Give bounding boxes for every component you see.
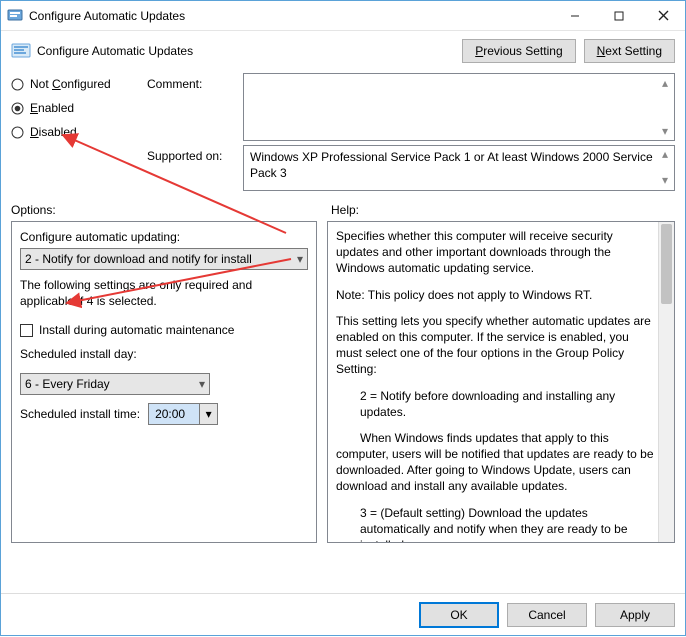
maximize-button[interactable]: [597, 1, 641, 30]
page-title: Configure Automatic Updates: [37, 44, 462, 58]
top-grid: Not Configured Enabled Disabled Comment:…: [1, 67, 685, 195]
minimize-button[interactable]: [553, 1, 597, 30]
help-label: Help:: [331, 203, 359, 217]
scheduled-time-value: 20:00: [149, 404, 199, 424]
help-text: Specifies whether this computer will rec…: [328, 222, 658, 542]
scheduled-day-value: 6 - Every Friday: [25, 377, 110, 391]
options-note: The following settings are only required…: [20, 278, 290, 309]
radio-not-configured[interactable]: Not Configured: [11, 77, 141, 91]
checkbox-icon: [20, 324, 33, 337]
scroll-down-icon: ▾: [658, 124, 672, 138]
apply-button[interactable]: Apply: [595, 603, 675, 627]
options-panel: Configure automatic updating: 2 - Notify…: [11, 221, 317, 543]
section-labels: Options: Help:: [1, 195, 685, 221]
radio-disabled[interactable]: Disabled: [11, 125, 141, 139]
next-setting-button[interactable]: Next Setting: [584, 39, 675, 63]
scrollbar-thumb[interactable]: [661, 224, 672, 304]
supported-on-box: Windows XP Professional Service Pack 1 o…: [243, 145, 675, 191]
policy-icon: [11, 41, 31, 61]
help-scrollbar[interactable]: [658, 222, 674, 542]
supported-label: Supported on:: [147, 145, 237, 163]
scroll-up-icon: ▴: [658, 148, 672, 162]
dialog-window: Configure Automatic Updates Configure Au…: [0, 0, 686, 636]
scheduled-day-select[interactable]: 6 - Every Friday ▾: [20, 373, 210, 395]
configure-updating-select[interactable]: 2 - Notify for download and notify for i…: [20, 248, 308, 270]
chevron-down-icon: ▾: [199, 404, 217, 424]
chevron-down-icon: ▾: [199, 377, 205, 391]
supported-on-text: Windows XP Professional Service Pack 1 o…: [250, 150, 653, 180]
install-maintenance-checkbox[interactable]: Install during automatic maintenance: [20, 323, 308, 337]
comment-textarea[interactable]: ▴ ▾: [243, 73, 675, 141]
options-label: Options:: [11, 203, 331, 217]
scroll-up-icon: ▴: [658, 76, 672, 90]
chevron-down-icon: ▾: [297, 252, 303, 266]
panels: Configure automatic updating: 2 - Notify…: [1, 221, 685, 543]
state-radio-group: Not Configured Enabled Disabled: [11, 73, 141, 139]
help-panel: Specifies whether this computer will rec…: [327, 221, 675, 543]
header-row: Configure Automatic Updates Previous Set…: [1, 31, 685, 67]
scheduled-time-label: Scheduled install time:: [20, 407, 140, 421]
install-maintenance-label: Install during automatic maintenance: [39, 323, 234, 337]
comment-label: Comment:: [147, 73, 237, 91]
scheduled-time-input[interactable]: 20:00 ▾: [148, 403, 218, 425]
previous-setting-button[interactable]: Previous Setting: [462, 39, 575, 63]
app-icon: [7, 8, 23, 24]
scheduled-day-label: Scheduled install day:: [20, 347, 308, 361]
scroll-down-icon: ▾: [658, 174, 672, 188]
radio-enabled[interactable]: Enabled: [11, 101, 141, 115]
titlebar: Configure Automatic Updates: [1, 1, 685, 31]
configure-updating-label: Configure automatic updating:: [20, 230, 308, 244]
cancel-button[interactable]: Cancel: [507, 603, 587, 627]
configure-updating-value: 2 - Notify for download and notify for i…: [25, 252, 252, 266]
close-button[interactable]: [641, 1, 685, 30]
dialog-footer: OK Cancel Apply: [1, 593, 685, 635]
window-title: Configure Automatic Updates: [29, 9, 553, 23]
ok-button[interactable]: OK: [419, 602, 499, 628]
